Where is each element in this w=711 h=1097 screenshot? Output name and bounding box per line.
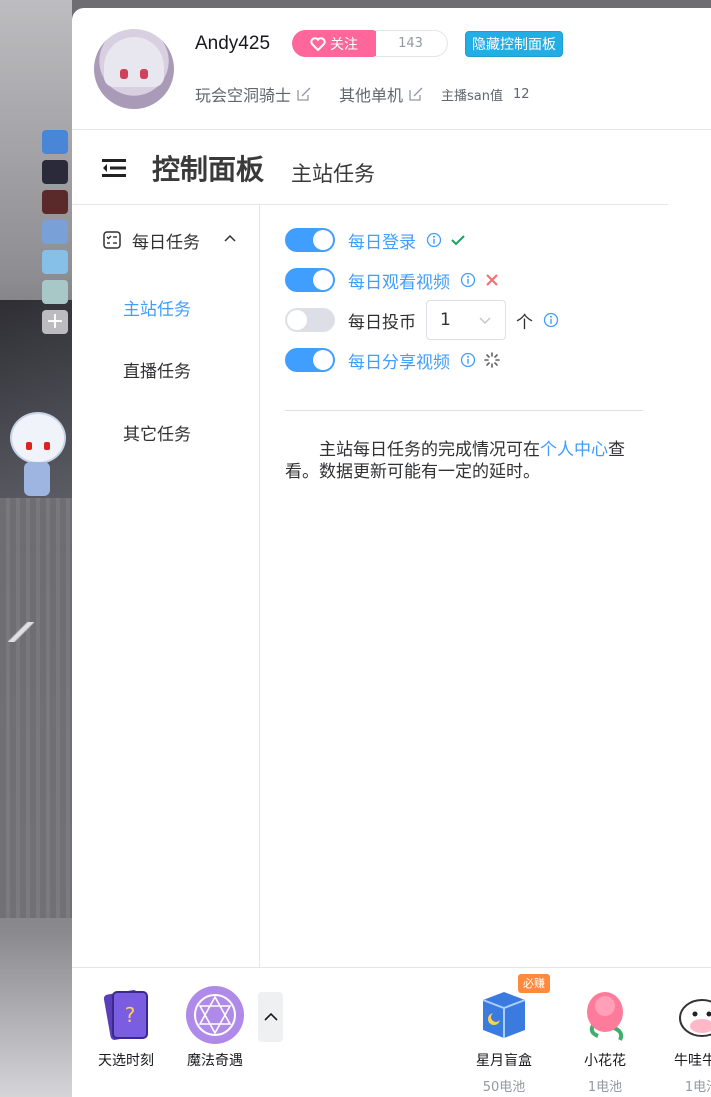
info-icon[interactable] — [460, 272, 476, 288]
sidebar-item-live-tasks[interactable]: 直播任务 — [123, 357, 191, 382]
gift-magic[interactable]: 魔法奇遇 — [175, 984, 255, 1070]
gift-price: 1电池 — [684, 1080, 711, 1095]
control-panel-titlebar: 控制面板 主站任务 — [72, 130, 668, 205]
task-row: 每日观看视频 — [285, 266, 500, 294]
follower-count: 143 — [374, 30, 448, 57]
gift-price: 50电池 — [482, 1080, 526, 1095]
page-subtitle: 主站任务 — [291, 162, 375, 186]
gift-tianxuan[interactable]: ? 天选时刻 — [86, 984, 166, 1070]
gift-name: 星月盲盒 — [476, 1053, 532, 1069]
streamer-header: Andy425 关注 143 隐藏控制面板 玩会空洞骑士 其他单机 主播san值… — [72, 8, 711, 130]
magic-circle-icon — [184, 984, 246, 1046]
game-character — [6, 412, 66, 496]
task-row: 每日分享视频 — [285, 346, 500, 374]
coin-count-select[interactable]: 1 — [426, 300, 506, 340]
task-label: 每日登录 — [348, 232, 416, 253]
task-note: 主站每日任务的完成情况可在个人中心查看。数据更新可能有一定的延时。 — [285, 439, 643, 483]
info-icon[interactable] — [426, 232, 442, 248]
expand-gifts-button[interactable] — [258, 992, 283, 1042]
edit-icon[interactable] — [409, 87, 423, 101]
task-toggle[interactable] — [285, 308, 335, 332]
chevron-down-icon — [479, 317, 491, 324]
loading-icon — [484, 352, 500, 368]
task-row: 每日投币 1 个 — [285, 300, 559, 340]
follow-button[interactable]: 关注 — [292, 30, 376, 57]
gift-name: 天选时刻 — [98, 1053, 154, 1069]
side-avatar-2[interactable] — [42, 160, 68, 184]
svg-text:?: ? — [125, 1003, 136, 1027]
coin-count-value: 1 — [440, 310, 451, 330]
streamer-username[interactable]: Andy425 — [195, 33, 270, 55]
gift-little-flower[interactable]: 小花花 1电池 — [565, 984, 645, 1095]
menu-fold-icon[interactable] — [102, 158, 126, 178]
sidebar-item-main-site-tasks[interactable]: 主站任务 — [123, 295, 191, 320]
side-avatar-5[interactable] — [42, 250, 68, 274]
hide-control-panel-button[interactable]: 隐藏控制面板 — [465, 31, 563, 57]
gift-niuwa[interactable]: 牛哇牛哇 1电池 — [662, 984, 711, 1095]
task-label: 每日分享视频 — [348, 352, 450, 373]
task-label: 每日投币 — [348, 312, 416, 333]
tarot-card-icon: ? — [95, 984, 157, 1046]
san-label: 主播san值 — [441, 88, 504, 104]
side-avatar-4[interactable] — [42, 220, 68, 244]
coin-unit: 个 — [516, 312, 533, 333]
game-sword-sprite — [8, 622, 34, 642]
sidebar-group-daily-tasks[interactable]: 每日任务 — [102, 225, 242, 255]
gift-name: 小花花 — [584, 1053, 626, 1069]
side-avatar-6[interactable] — [42, 280, 68, 304]
info-icon[interactable] — [543, 312, 559, 328]
checklist-icon — [103, 231, 121, 249]
side-avatar-1[interactable] — [42, 130, 68, 154]
add-icon[interactable]: + — [42, 310, 68, 334]
task-list: 每日登录 每日观看视频 每日投币 1 个 每日分享视频 主站每日任务的完成情况可… — [260, 205, 668, 967]
gift-star-moon-box[interactable]: 星月盲盒 50电池 — [464, 984, 544, 1095]
task-toggle[interactable] — [285, 228, 335, 252]
gift-price: 1电池 — [587, 1080, 623, 1095]
task-label: 每日观看视频 — [348, 272, 450, 293]
divider — [285, 410, 643, 411]
avatar[interactable] — [94, 29, 174, 109]
gift-name: 牛哇牛哇 — [674, 1053, 711, 1069]
follow-label: 关注 — [330, 36, 358, 53]
live-title: 玩会空洞骑士 — [195, 86, 292, 105]
check-icon — [451, 235, 465, 246]
cow-icon — [671, 984, 711, 1046]
sidebar-item-other-tasks[interactable]: 其它任务 — [123, 420, 191, 445]
close-icon — [486, 274, 498, 286]
san-value: 12 — [513, 86, 530, 102]
gift-bar: ? 天选时刻 魔法奇遇 必赚 星月盲盒 50电池 小花花 1电池 牛哇牛 1电 — [72, 967, 711, 1097]
flower-icon — [574, 984, 636, 1046]
note-text: 主站每日任务的完成情况可在 — [319, 440, 540, 460]
blind-box-icon — [473, 984, 535, 1046]
background-ground — [0, 498, 72, 918]
heart-icon — [310, 36, 326, 51]
personal-center-link[interactable]: 个人中心 — [540, 440, 608, 460]
task-toggle[interactable] — [285, 268, 335, 292]
info-icon[interactable] — [460, 352, 476, 368]
gift-name: 魔法奇遇 — [187, 1053, 243, 1069]
page-title: 控制面板 — [152, 153, 265, 186]
edit-icon[interactable] — [297, 87, 311, 101]
chevron-up-icon — [224, 234, 236, 242]
sidebar-group-label: 每日任务 — [132, 232, 200, 253]
chevron-up-icon — [263, 1012, 278, 1021]
task-toggle[interactable] — [285, 348, 335, 372]
side-avatar-3[interactable] — [42, 190, 68, 214]
task-row: 每日登录 — [285, 226, 466, 254]
area-name: 其他单机 — [339, 86, 404, 105]
control-panel-window: Andy425 关注 143 隐藏控制面板 玩会空洞骑士 其他单机 主播san值… — [72, 8, 711, 1097]
sidebar: 每日任务 主站任务 直播任务 其它任务 — [72, 205, 260, 967]
